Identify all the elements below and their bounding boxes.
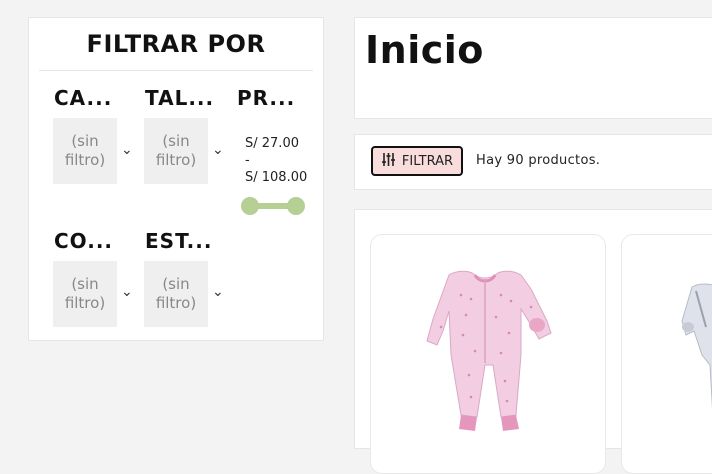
product-card[interactable]: [370, 234, 606, 474]
facet-color-title: CO...: [54, 229, 114, 253]
price-min: S/ 27.00: [245, 136, 299, 151]
filter-button-label: FILTRAR: [401, 153, 454, 169]
price-separator: -: [245, 153, 250, 168]
color-select[interactable]: (sin filtro): [53, 261, 117, 327]
product-grid: [354, 209, 712, 474]
filter-panel: FILTRAR POR CA... TAL... PR... (sin filt…: [28, 17, 324, 341]
color-select-value: (sin filtro): [64, 275, 106, 312]
product-count: Hay 90 productos.: [476, 153, 601, 168]
chevron-down-icon: ⌄: [212, 142, 224, 158]
price-slider[interactable]: [241, 197, 305, 215]
facet-price-title: PR...: [237, 86, 296, 110]
page-header: Inicio: [354, 17, 712, 119]
price-range-text: S/ 27.00 - S/ 108.00: [245, 135, 307, 186]
category-select-value: (sin filtro): [64, 132, 106, 169]
style-select-value: (sin filtro): [155, 275, 197, 312]
page-title: Inicio: [365, 28, 484, 72]
product-card[interactable]: [621, 234, 712, 474]
baby-sleeper-pink-image: [426, 270, 552, 431]
style-select[interactable]: (sin filtro): [144, 261, 208, 327]
filter-title: FILTRAR POR: [39, 18, 313, 71]
facet-style-title: EST...: [145, 229, 213, 253]
size-select[interactable]: (sin filtro): [144, 118, 208, 184]
price-max: S/ 108.00: [245, 170, 308, 185]
products-toolbar: FILTRAR Hay 90 productos.: [354, 134, 712, 190]
price-slider-min-handle[interactable]: [241, 197, 259, 215]
chevron-down-icon: ⌄: [121, 284, 133, 300]
filter-button[interactable]: FILTRAR: [371, 146, 463, 176]
facet-category-title: CA...: [54, 86, 113, 110]
size-select-value: (sin filtro): [155, 132, 197, 169]
category-select[interactable]: (sin filtro): [53, 118, 117, 184]
chevron-down-icon: ⌄: [212, 284, 224, 300]
baby-sleeper-gray-image: [681, 283, 712, 409]
sliders-icon: [381, 152, 396, 171]
chevron-down-icon: ⌄: [121, 142, 133, 158]
price-slider-max-handle[interactable]: [287, 197, 305, 215]
facet-size-title: TAL...: [145, 86, 215, 110]
